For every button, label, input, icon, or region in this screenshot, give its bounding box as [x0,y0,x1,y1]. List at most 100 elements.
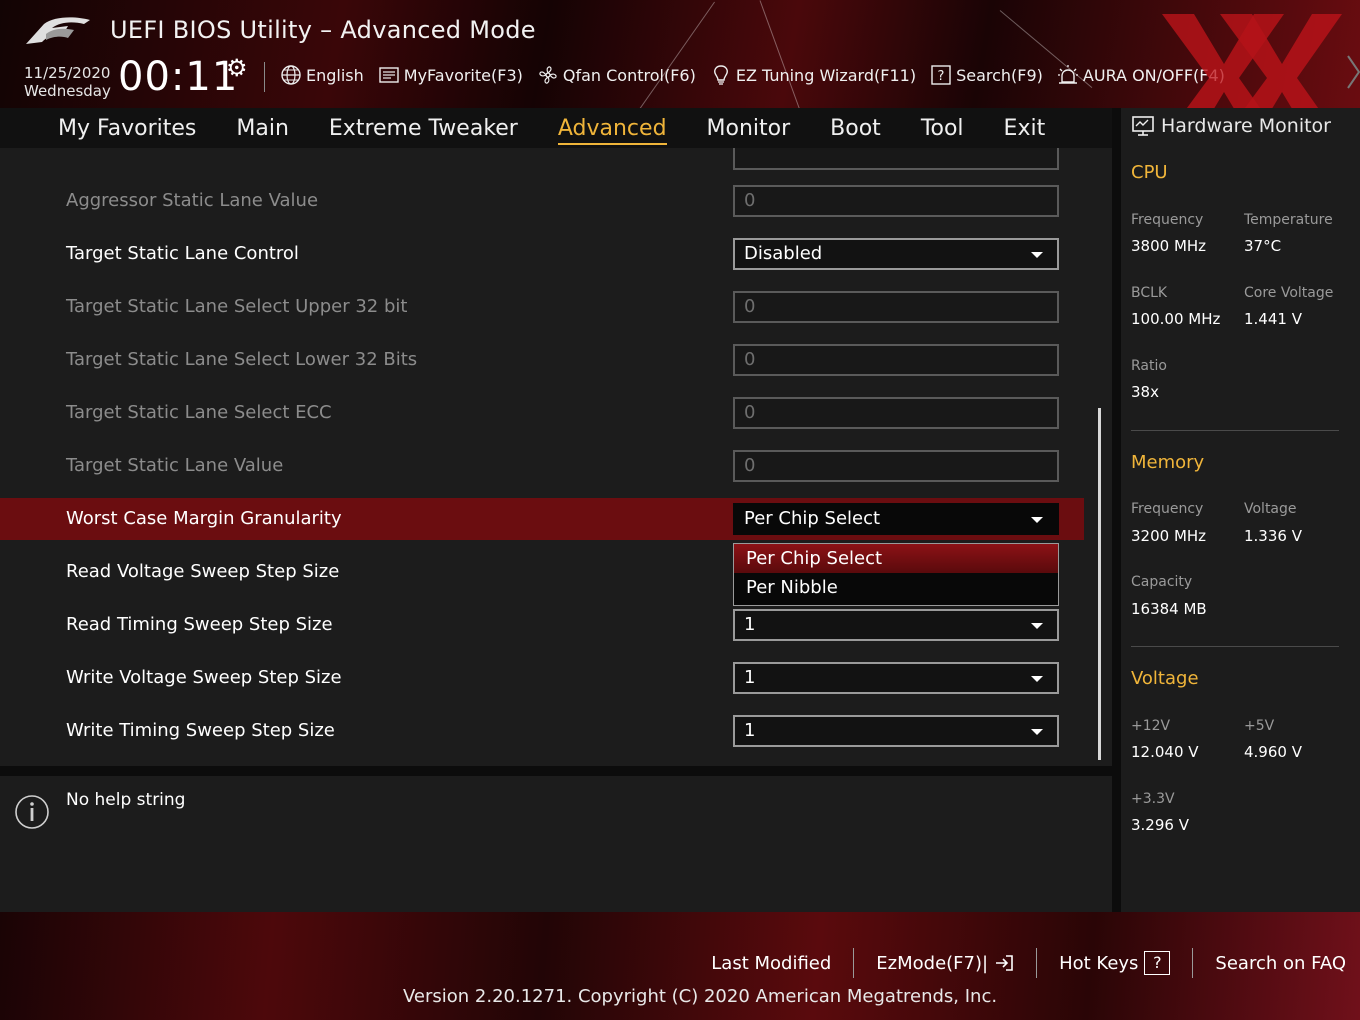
ezmode-button[interactable]: EzMode(F7)| [876,953,1014,974]
tab-advanced[interactable]: Advanced [557,116,667,145]
last-modified-button[interactable]: Last Modified [711,953,831,974]
weekday-text: Wednesday [24,82,111,100]
granularity-dropdown-menu: Per Chip Select Per Nibble [733,543,1059,606]
settings-row-write-voltage-sweep-step-size[interactable]: Write Voltage Sweep Step Size 1 [0,657,1084,699]
setting-label: Worst Case Margin Granularity [66,508,342,529]
language-button[interactable]: English [280,62,364,88]
setting-label: Target Static Lane Value [66,455,284,476]
core-voltage-value: 1.441 V [1244,310,1302,328]
settings-row-target-static-lane-select-ecc[interactable]: Target Static Lane Select ECC 0 [0,392,1084,434]
setting-label: Target Static Lane Select Upper 32 bit [66,296,408,317]
search-button[interactable]: ? Search(F9) [930,62,1043,88]
setting-dropdown[interactable]: Per Chip Select [733,503,1059,535]
settings-row-read-timing-sweep-step-size[interactable]: Read Timing Sweep Step Size 1 [0,604,1084,646]
ezmode-label: EzMode(F7)| [876,952,989,974]
svg-text:?: ? [938,69,945,84]
settings-row-target-static-lane-control[interactable]: Target Static Lane Control Disabled [0,233,1084,275]
hardware-monitor-title: Hardware Monitor [1131,114,1331,138]
setting-dropdown[interactable]: 1 [733,662,1059,694]
setting-value-field: 0 [733,344,1059,376]
dropdown-value: 1 [744,614,756,635]
memory-capacity-label: Capacity [1131,574,1193,590]
ratio-label: Ratio [1131,358,1167,374]
settings-row-partial [0,148,1084,180]
setting-label: Read Voltage Sweep Step Size [66,561,340,582]
exit-arrow-icon [996,955,1013,971]
settings-scrollbar[interactable] [1098,408,1101,760]
cpu-section-title: CPU [1131,162,1168,183]
myfavorite-button[interactable]: MyFavorite(F3) [378,62,523,88]
info-icon [15,795,49,829]
settings-row-target-static-lane-value[interactable]: Target Static Lane Value 0 [0,445,1084,487]
voltage-section-title: Voltage [1131,668,1199,689]
setting-dropdown[interactable]: 1 [733,609,1059,641]
v12-value: 12.040 V [1131,743,1199,761]
globe-icon [281,65,301,85]
setting-value-field: 0 [733,291,1059,323]
settings-row-write-timing-sweep-step-size[interactable]: Write Timing Sweep Step Size 1 [0,710,1084,752]
settings-row-target-static-lane-select-upper[interactable]: Target Static Lane Select Upper 32 bit 0 [0,286,1084,328]
main-nav-tabs: My Favorites Main Extreme Tweaker Advanc… [0,108,1112,148]
memory-section-title: Memory [1131,452,1205,473]
caret-down-icon [1031,517,1043,523]
cpu-frequency-label: Frequency [1131,212,1204,228]
tab-boot[interactable]: Boot [830,116,881,141]
setting-value-field: 0 [733,397,1059,429]
setting-dropdown[interactable]: 1 [733,715,1059,747]
caret-down-icon [1031,676,1043,682]
ratio-value: 38x [1131,383,1159,401]
fan-icon [539,66,557,84]
footer-divider [1192,948,1194,978]
version-text: Version 2.20.1271. Copyright (C) 2020 Am… [403,986,998,1007]
dropdown-value: 1 [744,667,756,688]
qfan-label: Qfan Control(F6) [562,65,696,85]
bclk-value: 100.00 MHz [1131,310,1221,328]
partial-value-field [733,148,1059,170]
rog-logo [26,17,90,44]
help-panel: No help string [0,776,1112,912]
tab-extreme-tweaker[interactable]: Extreme Tweaker [329,116,518,141]
hardware-monitor-title-text: Hardware Monitor [1161,115,1331,137]
cpu-temperature-value: 37°C [1244,237,1282,255]
dropdown-option-per-nibble[interactable]: Per Nibble [734,573,1058,602]
monitor-icon [1132,116,1154,136]
arrow-right-icon[interactable] [1346,54,1360,90]
footer-bar: Last Modified EzMode(F7)| Hot Keys ? Sea… [0,912,1360,1020]
tab-main[interactable]: Main [236,116,289,141]
clock-settings-gear-icon[interactable]: ⚙ [226,54,248,82]
tab-my-favorites[interactable]: My Favorites [58,116,196,141]
dropdown-option-per-chip-select[interactable]: Per Chip Select [734,544,1058,573]
tab-tool[interactable]: Tool [921,116,964,141]
date-text: 11/25/2020 [24,64,111,82]
language-label: English [306,65,364,85]
search-faq-button[interactable]: Search on FAQ [1215,953,1346,974]
memory-frequency-label: Frequency [1131,501,1204,517]
qfan-control-button[interactable]: Qfan Control(F6) [537,62,696,88]
myfavorite-label: MyFavorite(F3) [403,65,523,85]
favorite-list-icon [379,67,399,83]
setting-label: Target Static Lane Select ECC [66,402,332,423]
hardware-monitor-panel: Hardware Monitor CPU Frequency Temperatu… [1121,108,1360,912]
settings-row-aggressor-static-lane-value[interactable]: Aggressor Static Lane Value 0 [0,180,1084,222]
settings-panel: Aggressor Static Lane Value 0 Target Sta… [0,148,1112,766]
tab-monitor[interactable]: Monitor [707,116,791,141]
ez-tuning-wizard-button[interactable]: EZ Tuning Wizard(F11) [710,62,916,88]
v5-value: 4.960 V [1244,743,1302,761]
memory-voltage-label: Voltage [1244,501,1297,517]
help-key-icon: ? [1144,951,1171,975]
setting-value-field: 0 [733,450,1059,482]
tab-exit[interactable]: Exit [1004,116,1046,141]
setting-dropdown[interactable]: Disabled [733,238,1059,270]
caret-down-icon [1031,729,1043,735]
help-box-icon: ? [931,65,951,85]
settings-row-target-static-lane-select-lower[interactable]: Target Static Lane Select Lower 32 Bits … [0,339,1084,381]
lightbulb-icon [713,65,728,85]
setting-value-field: 0 [733,185,1059,217]
cpu-frequency-value: 3800 MHz [1131,237,1207,255]
setting-label: Write Voltage Sweep Step Size [66,667,342,688]
hot-keys-button[interactable]: Hot Keys ? [1059,951,1171,975]
header-bar: UEFI BIOS Utility – Advanced Mode 11/25/… [0,0,1360,108]
toolbar-divider [264,62,265,92]
v33-value: 3.296 V [1131,816,1189,834]
settings-row-worst-case-margin-granularity[interactable]: Worst Case Margin Granularity Per Chip S… [0,498,1084,540]
